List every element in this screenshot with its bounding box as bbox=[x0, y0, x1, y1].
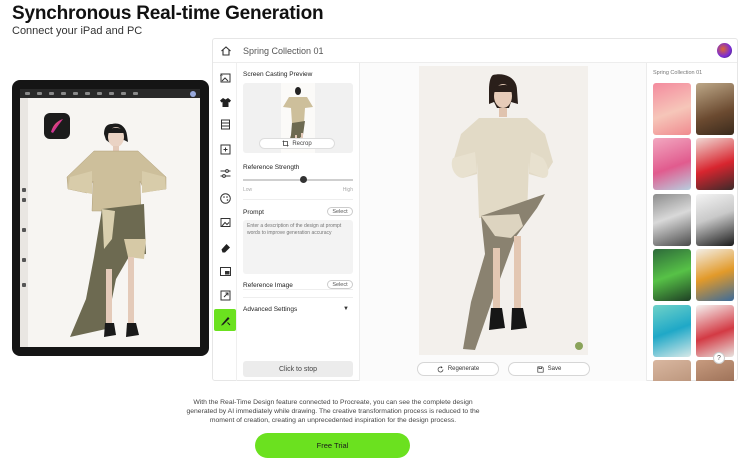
tool-image[interactable] bbox=[216, 213, 234, 231]
gallery-thumb[interactable] bbox=[696, 194, 734, 246]
tool-rail: A bbox=[213, 63, 237, 381]
sketch-illustration bbox=[66, 123, 167, 337]
tool-layer[interactable] bbox=[216, 262, 234, 280]
save-icon bbox=[537, 365, 544, 373]
tool-text-to-image[interactable]: A bbox=[216, 68, 234, 86]
refresh-icon bbox=[437, 365, 444, 372]
gallery-thumb[interactable] bbox=[696, 138, 734, 190]
svg-text:A: A bbox=[220, 72, 223, 77]
recrop-icon bbox=[282, 140, 289, 147]
gallery-thumb[interactable] bbox=[696, 305, 734, 357]
procreate-canvas[interactable] bbox=[20, 89, 200, 347]
ipad-device bbox=[12, 80, 209, 356]
slider-low-label: Low bbox=[243, 187, 253, 193]
gallery-thumb[interactable] bbox=[653, 249, 691, 301]
reference-strength-slider[interactable] bbox=[243, 176, 353, 183]
chevron-down-icon[interactable]: ▼ bbox=[343, 306, 349, 312]
prompt-input[interactable] bbox=[243, 220, 353, 274]
home-icon bbox=[221, 46, 231, 56]
image-icon bbox=[220, 217, 230, 227]
stop-button[interactable]: Click to stop bbox=[243, 361, 353, 377]
picture-in-picture-icon bbox=[219, 266, 231, 276]
app-header: Spring Collection 01 bbox=[213, 39, 737, 63]
regenerate-label: Regenerate bbox=[447, 366, 480, 372]
save-label: Save bbox=[547, 366, 562, 372]
tool-expand[interactable] bbox=[216, 286, 234, 304]
prompt-select-button[interactable]: Select bbox=[327, 207, 353, 216]
prompt-label: Prompt bbox=[243, 209, 264, 216]
advanced-settings-toggle[interactable]: Advanced Settings bbox=[243, 306, 297, 313]
reference-image-label: Reference Image bbox=[243, 282, 293, 289]
tool-color[interactable] bbox=[216, 189, 234, 207]
sliders-icon bbox=[220, 168, 230, 178]
recrop-label: Recrop bbox=[292, 140, 312, 147]
recrop-button[interactable]: Recrop bbox=[259, 138, 335, 149]
tool-crop[interactable] bbox=[216, 140, 234, 158]
live-brush-icon bbox=[220, 316, 230, 325]
tool-adjust[interactable] bbox=[216, 164, 234, 182]
gallery-title: Spring Collection 01 bbox=[653, 70, 703, 76]
slider-high-label: High bbox=[342, 187, 353, 193]
user-avatar[interactable] bbox=[717, 43, 732, 58]
fabric-icon bbox=[220, 119, 230, 129]
settings-panel: Screen Casting Preview Recrop Reference … bbox=[237, 63, 360, 381]
home-button[interactable] bbox=[218, 43, 234, 59]
tool-fabric[interactable] bbox=[216, 115, 234, 133]
tool-garment[interactable] bbox=[216, 93, 234, 111]
hero-subtitle: Connect your iPad and PC bbox=[12, 25, 143, 37]
tool-eraser[interactable] bbox=[216, 238, 234, 256]
tool-realtime-design[interactable] bbox=[214, 309, 236, 331]
gallery-thumb[interactable] bbox=[653, 194, 691, 246]
feature-description: With the Real-Time Design feature connec… bbox=[186, 399, 480, 424]
hero-title: Synchronous Real-time Generation bbox=[12, 3, 324, 24]
divider bbox=[243, 289, 353, 290]
gallery-thumb[interactable] bbox=[696, 83, 734, 135]
shirt-icon bbox=[219, 97, 231, 107]
app-window: Spring Collection 01 A Screen Casting Pr… bbox=[212, 38, 738, 381]
project-title: Spring Collection 01 bbox=[243, 46, 324, 56]
free-trial-button[interactable]: Free Trial bbox=[255, 433, 410, 458]
text-image-icon: A bbox=[220, 72, 230, 82]
help-button[interactable]: ? bbox=[713, 352, 725, 364]
gallery-thumb[interactable] bbox=[653, 138, 691, 190]
crop-icon bbox=[220, 144, 230, 154]
gallery-thumb[interactable] bbox=[653, 83, 691, 135]
regenerate-button[interactable]: Regenerate bbox=[417, 362, 499, 376]
divider bbox=[243, 297, 353, 298]
generated-image bbox=[419, 66, 588, 355]
gallery-thumb[interactable] bbox=[696, 249, 734, 301]
eraser-icon bbox=[221, 243, 230, 252]
preview-label: Screen Casting Preview bbox=[243, 71, 313, 78]
gallery-thumb[interactable] bbox=[653, 305, 691, 357]
status-indicator bbox=[575, 342, 583, 350]
result-canvas: Regenerate Save bbox=[360, 63, 646, 381]
reference-select-button[interactable]: Select bbox=[327, 280, 353, 289]
palette-icon bbox=[219, 192, 231, 204]
strength-label: Reference Strength bbox=[243, 164, 300, 171]
divider bbox=[243, 199, 353, 200]
save-button[interactable]: Save bbox=[508, 362, 590, 376]
expand-icon bbox=[220, 290, 230, 300]
gallery-thumb[interactable] bbox=[653, 360, 691, 381]
generated-figure bbox=[419, 66, 588, 355]
slider-thumb[interactable] bbox=[300, 176, 307, 183]
collection-gallery: Spring Collection 01 ? bbox=[646, 63, 739, 381]
